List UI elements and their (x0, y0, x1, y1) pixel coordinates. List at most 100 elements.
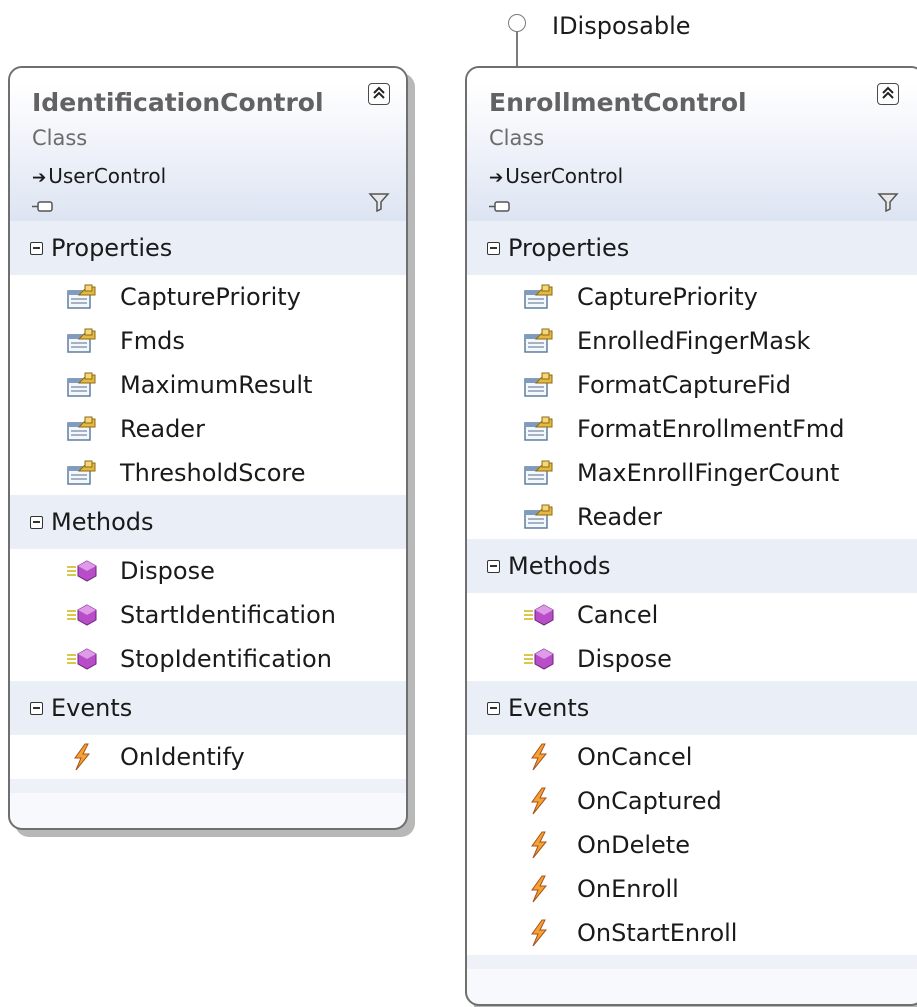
event-icon (515, 918, 563, 948)
section-items: Cancel Dispose (467, 593, 917, 681)
double-chevron-up-icon (882, 86, 894, 99)
member-name: ThresholdScore (120, 459, 306, 487)
member-name: FormatEnrollmentFmd (577, 415, 845, 443)
member-name: CapturePriority (120, 283, 301, 311)
base-class: ➔ UserControl (32, 164, 166, 188)
member-name: Reader (120, 415, 205, 443)
property-icon (515, 326, 563, 356)
section-title: Methods (508, 552, 611, 580)
class-footer (467, 955, 917, 969)
member-item[interactable]: OnDelete (467, 823, 917, 867)
member-name: StopIdentification (120, 645, 332, 673)
member-item[interactable]: CapturePriority (10, 275, 406, 319)
collapse-toggle-icon[interactable] (487, 559, 500, 573)
member-name: OnDelete (577, 831, 690, 859)
member-item[interactable]: FormatEnrollmentFmd (467, 407, 917, 451)
section-header-events[interactable]: Events (467, 681, 917, 735)
base-class: ➔ UserControl (489, 164, 623, 188)
member-item[interactable]: MaximumResult (10, 363, 406, 407)
section-header-events[interactable]: Events (10, 681, 406, 735)
collapse-button[interactable] (368, 83, 390, 105)
member-item[interactable]: Fmds (10, 319, 406, 363)
inheritance-arrow-icon: ➔ (489, 168, 504, 188)
property-icon (515, 414, 563, 444)
section-title: Methods (51, 508, 154, 536)
member-item[interactable]: CapturePriority (467, 275, 917, 319)
interface-label: IDisposable (552, 12, 691, 40)
method-icon (58, 556, 106, 586)
section-header-properties[interactable]: Properties (10, 221, 406, 275)
collapse-toggle-icon[interactable] (30, 701, 43, 715)
section-title: Properties (51, 234, 173, 262)
method-icon (58, 644, 106, 674)
member-list: Properties CapturePriority Fmds MaximumResu… (10, 221, 406, 793)
section-items: CapturePriority Fmds MaximumResult Reader Th… (10, 275, 406, 495)
property-icon (515, 370, 563, 400)
member-item[interactable]: FormatCaptureFid (467, 363, 917, 407)
event-icon (515, 742, 563, 772)
member-item[interactable]: Dispose (10, 549, 406, 593)
base-class-name: UserControl (505, 164, 624, 188)
member-item[interactable]: OnStartEnroll (467, 911, 917, 955)
member-item[interactable]: Dispose (467, 637, 917, 681)
member-item[interactable]: StartIdentification (10, 593, 406, 637)
member-item[interactable]: OnIdentify (10, 735, 406, 779)
member-name: OnEnroll (577, 875, 679, 903)
member-item[interactable]: OnCancel (467, 735, 917, 779)
member-name: EnrolledFingerMask (577, 327, 811, 355)
collapse-toggle-icon[interactable] (487, 241, 500, 255)
collapse-button[interactable] (877, 83, 899, 105)
method-icon (515, 600, 563, 630)
event-icon (515, 830, 563, 860)
event-icon (58, 742, 106, 772)
class-card-enrollment[interactable]: EnrollmentControl Class ➔ UserControl Pro… (465, 66, 917, 1006)
class-kind: Class (32, 126, 88, 150)
section-header-methods[interactable]: Methods (10, 495, 406, 549)
member-name: OnCancel (577, 743, 693, 771)
class-header: IdentificationControl Class ➔ UserControl (10, 68, 406, 221)
section-items: OnCancel OnCaptured OnDelete OnEnroll OnStar… (467, 735, 917, 955)
event-icon (515, 874, 563, 904)
member-list: Properties CapturePriority EnrolledFingerM… (467, 221, 917, 969)
section-header-methods[interactable]: Methods (467, 539, 917, 593)
interface-circle-icon (508, 14, 526, 32)
member-name: Cancel (577, 601, 659, 629)
member-item[interactable]: OnEnroll (467, 867, 917, 911)
section-items: OnIdentify (10, 735, 406, 779)
filter-icon[interactable] (368, 192, 390, 216)
property-icon (58, 414, 106, 444)
property-icon (58, 370, 106, 400)
method-icon (58, 600, 106, 630)
member-name: Reader (577, 503, 662, 531)
collapse-toggle-icon[interactable] (30, 515, 43, 529)
property-icon (515, 282, 563, 312)
member-name: OnCaptured (577, 787, 722, 815)
member-item[interactable]: EnrolledFingerMask (467, 319, 917, 363)
property-icon (515, 502, 563, 532)
member-name: Dispose (577, 645, 672, 673)
member-item[interactable]: Cancel (467, 593, 917, 637)
member-name: StartIdentification (120, 601, 336, 629)
section-title: Properties (508, 234, 630, 262)
member-item[interactable]: Reader (467, 495, 917, 539)
member-item[interactable]: OnCaptured (467, 779, 917, 823)
collapse-toggle-icon[interactable] (487, 701, 500, 715)
section-items: CapturePriority EnrolledFingerMask FormatC… (467, 275, 917, 539)
member-item[interactable]: ThresholdScore (10, 451, 406, 495)
member-item[interactable]: MaxEnrollFingerCount (467, 451, 917, 495)
member-item[interactable]: Reader (10, 407, 406, 451)
property-icon (58, 458, 106, 488)
filter-icon[interactable] (877, 192, 899, 216)
collapse-toggle-icon[interactable] (30, 241, 43, 255)
member-name: MaximumResult (120, 371, 313, 399)
class-footer (10, 779, 406, 793)
class-card-identification[interactable]: IdentificationControl Class ➔ UserControl… (8, 66, 408, 830)
member-item[interactable]: StopIdentification (10, 637, 406, 681)
property-icon (58, 326, 106, 356)
connector-icon (32, 198, 54, 217)
event-icon (515, 786, 563, 816)
section-header-properties[interactable]: Properties (467, 221, 917, 275)
member-name: FormatCaptureFid (577, 371, 791, 399)
base-class-name: UserControl (48, 164, 167, 188)
member-name: OnStartEnroll (577, 919, 738, 947)
